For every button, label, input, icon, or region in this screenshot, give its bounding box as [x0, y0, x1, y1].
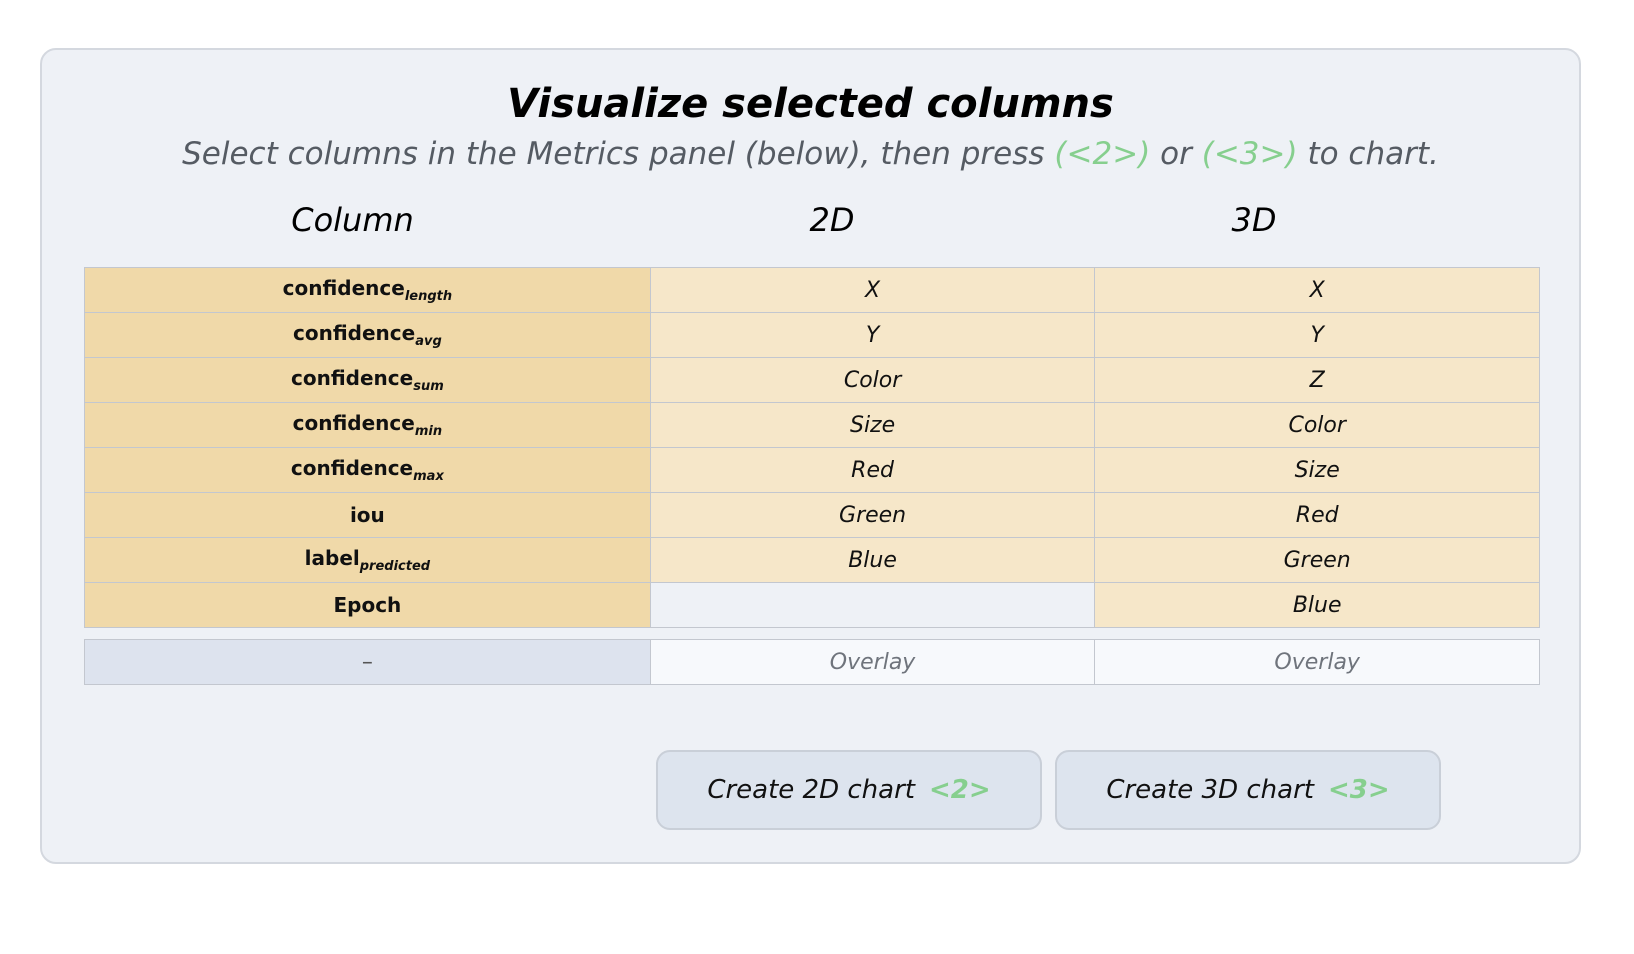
create-3d-chart-label: Create 3D chart	[1106, 775, 1314, 805]
mapping-3d-cell[interactable]: Y	[1094, 312, 1540, 358]
create-3d-shortcut: <3>	[1327, 775, 1390, 805]
shortcut-hint-2: (<2>)	[1054, 136, 1151, 172]
overlay-column-cell: –	[84, 639, 651, 685]
column-name: confidence	[293, 321, 416, 345]
subtitle-text-before: Select columns in the Metrics panel (bel…	[182, 136, 1055, 172]
create-3d-chart-button[interactable]: Create 3D chart <3>	[1055, 750, 1441, 830]
header-2d: 2D	[809, 201, 855, 239]
overlay-2d-cell[interactable]: Overlay	[649, 639, 1096, 685]
mapping-3d-cell[interactable]: Blue	[1094, 582, 1540, 628]
table-row: confidencelength X X	[84, 267, 1540, 313]
mapping-2d-cell[interactable]: Size	[649, 402, 1096, 448]
header-column: Column	[291, 201, 414, 239]
column-name-subscript: avg	[415, 334, 442, 349]
mapping-2d-cell[interactable]	[649, 582, 1096, 628]
panel-subtitle: Select columns in the Metrics panel (bel…	[42, 134, 1579, 174]
mapping-2d-cell[interactable]: Red	[649, 447, 1096, 493]
column-name: confidence	[292, 411, 415, 435]
mapping-2d-cell[interactable]: X	[649, 267, 1096, 313]
table-row: Epoch Blue	[84, 582, 1540, 628]
mapping-table: confidencelength X Xconfidenceavg Y Yconfide…	[84, 267, 1540, 628]
create-2d-chart-label: Create 2D chart	[707, 775, 915, 805]
table-row: confidencesum Color Z	[84, 357, 1540, 403]
panel-title: Visualize selected columns	[507, 81, 1114, 127]
column-name-cell: confidencemin	[84, 402, 651, 448]
table-row: iou Green Red	[84, 492, 1540, 538]
column-name-cell: Epoch	[84, 582, 651, 628]
mapping-3d-cell[interactable]: Red	[1094, 492, 1540, 538]
column-name: confidence	[282, 276, 405, 300]
column-name-subscript: sum	[413, 379, 444, 394]
column-name-subscript: min	[414, 424, 443, 439]
mapping-3d-cell[interactable]: Color	[1094, 402, 1540, 448]
column-name-subscript: max	[413, 469, 444, 484]
column-name-cell: iou	[84, 492, 651, 538]
mapping-2d-cell[interactable]: Blue	[649, 537, 1096, 583]
mapping-3d-cell[interactable]: Z	[1094, 357, 1540, 403]
subtitle-text-middle: or	[1150, 136, 1202, 172]
column-name-cell: confidencelength	[84, 267, 651, 313]
column-name: label	[304, 546, 360, 570]
table-row: confidencemin Size Color	[84, 402, 1540, 448]
table-row: labelpredicted Blue Green	[84, 537, 1540, 583]
overlay-table: – Overlay Overlay	[84, 639, 1540, 685]
table-row: confidencemax Red Size	[84, 447, 1540, 493]
subtitle-text-after: to chart.	[1297, 136, 1439, 172]
column-name-subscript: length	[404, 289, 453, 304]
header-3d: 3D	[1231, 201, 1277, 239]
column-name: Epoch	[333, 593, 402, 617]
overlay-3d-cell[interactable]: Overlay	[1094, 639, 1540, 685]
overlay-row: – Overlay Overlay	[84, 639, 1540, 685]
create-2d-shortcut: <2>	[928, 775, 991, 805]
column-name-cell: confidenceavg	[84, 312, 651, 358]
mapping-2d-cell[interactable]: Color	[649, 357, 1096, 403]
mapping-3d-cell[interactable]: X	[1094, 267, 1540, 313]
column-name-subscript: predicted	[359, 559, 431, 574]
column-name: iou	[349, 503, 385, 527]
mapping-2d-cell[interactable]: Y	[649, 312, 1096, 358]
shortcut-hint-3: (<3>)	[1201, 136, 1298, 172]
create-2d-chart-button[interactable]: Create 2D chart <2>	[656, 750, 1042, 830]
column-name-cell: labelpredicted	[84, 537, 651, 583]
table-row: confidenceavg Y Y	[84, 312, 1540, 358]
column-name: confidence	[290, 456, 414, 480]
column-name: confidence	[291, 366, 414, 390]
mapping-3d-cell[interactable]: Green	[1094, 537, 1540, 583]
column-name-cell: confidencemax	[84, 447, 651, 493]
column-name-cell: confidencesum	[84, 357, 651, 403]
mapping-2d-cell[interactable]: Green	[649, 492, 1096, 538]
visualize-panel: Visualize selected columns Select column…	[40, 48, 1581, 864]
mapping-3d-cell[interactable]: Size	[1094, 447, 1540, 493]
